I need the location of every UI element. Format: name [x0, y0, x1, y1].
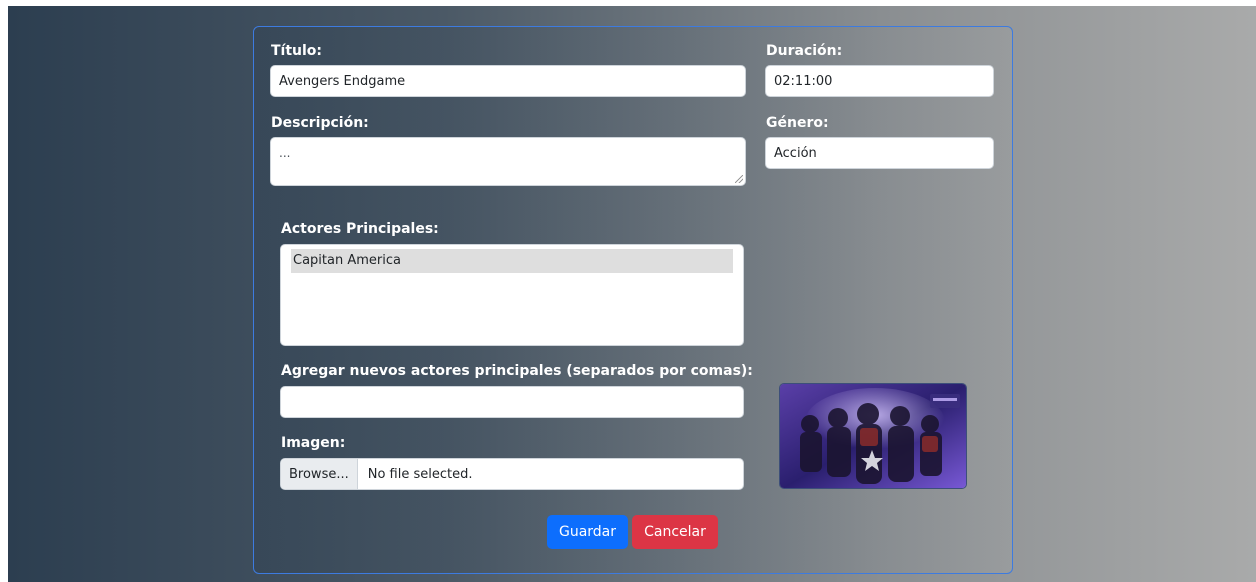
- imagen-file-input[interactable]: Browse... No file selected.: [280, 458, 744, 490]
- nuevos-actores-label: Agregar nuevos actores principales (sepa…: [281, 363, 753, 379]
- descripcion-text: ...: [279, 146, 291, 160]
- actores-label: Actores Principales:: [281, 221, 439, 237]
- browse-button[interactable]: Browse...: [281, 459, 358, 489]
- duracion-input[interactable]: 02:11:00: [765, 65, 994, 97]
- movie-poster-image: [779, 383, 967, 489]
- descripcion-textarea[interactable]: ...: [270, 137, 746, 186]
- nuevos-actores-input[interactable]: [280, 386, 744, 418]
- duracion-label: Duración:: [766, 43, 843, 59]
- actores-select-list[interactable]: Capitan America: [280, 244, 744, 346]
- cancelar-button[interactable]: Cancelar: [632, 515, 718, 549]
- descripcion-label: Descripción:: [271, 115, 369, 131]
- file-status-text: No file selected.: [367, 466, 473, 482]
- guardar-button[interactable]: Guardar: [547, 515, 628, 549]
- genero-input[interactable]: Acción: [765, 137, 994, 169]
- titulo-input[interactable]: Avengers Endgame: [270, 65, 746, 97]
- resize-grip-icon[interactable]: [735, 175, 743, 183]
- genero-label: Género:: [766, 115, 829, 131]
- titulo-label: Título:: [271, 43, 323, 59]
- actor-option[interactable]: Capitan America: [291, 249, 733, 273]
- imagen-label: Imagen:: [281, 435, 346, 451]
